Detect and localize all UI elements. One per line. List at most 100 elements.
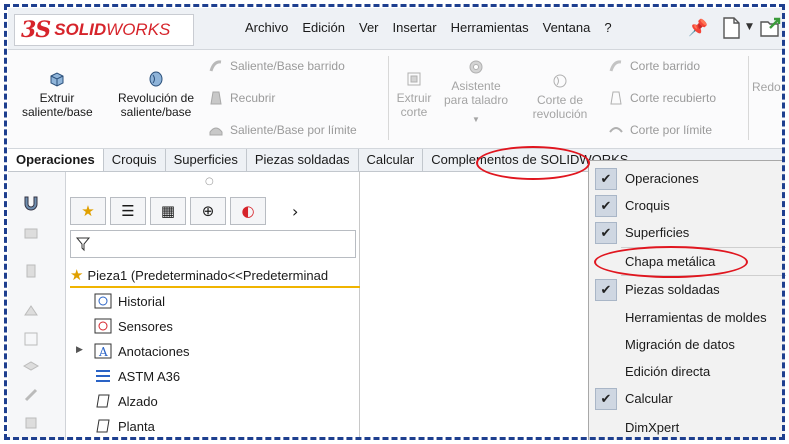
corte-limite-button[interactable]: Corte por límite (608, 122, 712, 138)
tree-item-material[interactable]: ASTM A36 (94, 365, 180, 387)
menu-ver[interactable]: Ver (352, 20, 386, 35)
part-node[interactable]: ★ Pieza1 (Predeterminado<<Predeterminad (70, 264, 360, 288)
tree-item-label: Alzado (118, 393, 158, 409)
tree-item-label: Sensores (118, 318, 173, 334)
ctx-item-herramientas-moldes[interactable]: Herramientas de moldes (589, 304, 786, 331)
left-toolbar-strip (8, 172, 66, 440)
redondeo-button[interactable]: Redo (752, 80, 785, 94)
feature-tree-tab-icon[interactable]: ★ (70, 197, 106, 225)
ctx-item-label: Edición directa (625, 364, 711, 379)
revolved-cut-icon (553, 74, 567, 88)
saliente-limite-label: Saliente/Base por límite (230, 123, 357, 137)
expand-arrow-icon[interactable]: ▶ (76, 345, 83, 355)
ctx-item-label: DimXpert (625, 420, 680, 435)
tree-item-anotaciones[interactable]: A Anotaciones (94, 340, 190, 362)
menu-edicion[interactable]: Edición (295, 20, 352, 35)
corte-barrido-button[interactable]: Corte barrido (608, 58, 700, 74)
ctx-item-dimxpert[interactable]: DimXpert (589, 414, 786, 441)
hole-wizard-icon (469, 60, 483, 74)
tab-croquis[interactable]: Croquis (104, 149, 166, 171)
frame-icon[interactable] (22, 330, 40, 348)
chevron-right-icon[interactable]: › (292, 202, 298, 221)
chevron-down-icon[interactable]: ▼ (440, 113, 512, 127)
ctx-item-label: Calcular (625, 391, 673, 406)
part-icon: ★ (70, 267, 84, 284)
shape-icon[interactable] (22, 224, 40, 242)
logo-text: SOLIDWORKS (54, 20, 170, 40)
weld-icon[interactable] (22, 386, 40, 404)
material-icon (96, 370, 110, 382)
new-document-icon[interactable] (720, 16, 742, 40)
tab-piezas-soldadas[interactable]: Piezas soldadas (247, 149, 359, 171)
ctx-item-label: Migración de datos (625, 337, 735, 352)
tree-item-alzado[interactable]: Alzado (94, 390, 158, 412)
menu-insertar[interactable]: Insertar (386, 20, 444, 35)
stack-icon[interactable] (22, 414, 40, 432)
saliente-base-barrido-button[interactable]: Saliente/Base barrido (208, 58, 345, 74)
tabs-context-menu: ✔ Operaciones ✔ Croquis ✔ Superficies Ch… (588, 160, 786, 441)
boundary-cut-icon (609, 127, 623, 133)
ctx-item-label: Chapa metálica (625, 254, 716, 269)
cylinder-icon[interactable] (22, 262, 40, 280)
menu-ventana[interactable]: Ventana (536, 20, 598, 35)
asistente-label: Asistente para taladro (443, 79, 509, 107)
property-manager-tab-icon[interactable]: ☰ (110, 197, 146, 225)
check-icon: ✔ (595, 167, 617, 190)
dimxpert-tab-icon[interactable]: ⊕ (190, 197, 226, 225)
solidworks-logo[interactable]: 3S SOLIDWORKS (14, 14, 194, 46)
corte-limite-label: Corte por límite (630, 123, 713, 137)
command-manager-ribbon: Extruir saliente/base Revolución de sali… (8, 50, 785, 148)
ctx-item-migracion-datos[interactable]: Migración de datos (589, 331, 786, 358)
tree-item-sensores[interactable]: Sensores (94, 315, 173, 337)
open-folder-icon[interactable] (758, 16, 782, 40)
logo-text-rest: WORKS (106, 20, 171, 39)
saliente-base-limite-button[interactable]: Saliente/Base por límite (208, 122, 357, 138)
magnet-icon[interactable] (22, 194, 40, 212)
title-bar: 3S SOLIDWORKS Archivo Edición Ver Insert… (8, 8, 785, 50)
corte-recubierto-button[interactable]: Corte recubierto (608, 90, 716, 106)
tree-item-planta[interactable]: Planta (94, 415, 155, 437)
ctx-item-operaciones[interactable]: ✔ Operaciones (589, 165, 786, 192)
loft-icon (210, 91, 222, 105)
ctx-item-edicion-directa[interactable]: Edición directa (589, 358, 786, 385)
tree-item-label: Planta (118, 418, 155, 434)
menu-archivo[interactable]: Archivo (238, 20, 295, 35)
ctx-item-label: Operaciones (625, 171, 699, 186)
graphics-area[interactable] (360, 172, 588, 440)
corte-revolucion-button[interactable]: Corte de revolución (528, 72, 592, 121)
check-icon: ✔ (595, 194, 617, 217)
check-icon: ✔ (595, 278, 617, 301)
filter-icon[interactable] (75, 236, 91, 252)
chevron-down-icon[interactable]: ▼ (746, 22, 753, 32)
recubrir-button[interactable]: Recubrir (208, 90, 275, 106)
tab-calcular[interactable]: Calcular (359, 149, 424, 171)
appearance-tab-icon[interactable]: ◐ (230, 197, 266, 225)
ctx-item-label: Croquis (625, 198, 670, 213)
ctx-item-calcular[interactable]: ✔ Calcular (589, 385, 786, 412)
ds-logo-mark: 3S (21, 17, 51, 43)
sheet-icon[interactable] (22, 302, 40, 320)
menu-help[interactable]: ? (597, 20, 618, 35)
tab-operaciones[interactable]: Operaciones (8, 149, 104, 171)
layer-icon[interactable] (22, 358, 40, 376)
tree-filter[interactable] (70, 230, 356, 258)
ctx-item-piezas-soldadas[interactable]: ✔ Piezas soldadas (589, 276, 786, 303)
sensor-icon (94, 318, 112, 334)
feature-manager-panel: ○ ★ ☰ ▦ ⊕ ◐ › ★ Pieza1 (Predeterminado<<… (66, 172, 360, 440)
ctx-item-chapa-metalica[interactable]: Chapa metálica (589, 248, 786, 275)
pin-icon[interactable]: 📌 (688, 18, 708, 37)
lofted-cut-icon (610, 91, 622, 105)
revolucion-saliente-base-button[interactable]: Revolución de saliente/base (114, 70, 198, 119)
extruir-saliente-base-button[interactable]: Extruir saliente/base (22, 70, 93, 119)
tab-superficies[interactable]: Superficies (166, 149, 247, 171)
panel-grip-icon[interactable]: ○ (205, 176, 214, 187)
menu-herramientas[interactable]: Herramientas (444, 20, 536, 35)
configuration-tab-icon[interactable]: ▦ (150, 197, 186, 225)
ctx-item-croquis[interactable]: ✔ Croquis (589, 192, 786, 219)
tree-item-historial[interactable]: Historial (94, 290, 165, 312)
recubrir-label: Recubrir (230, 91, 276, 105)
ctx-item-superficies[interactable]: ✔ Superficies (589, 219, 786, 246)
extruir-corte-button[interactable]: Extruir corte (394, 70, 434, 119)
asistente-taladro-button[interactable]: Asistente para taladro ▼ (440, 58, 512, 127)
extrude-icon (50, 72, 64, 87)
